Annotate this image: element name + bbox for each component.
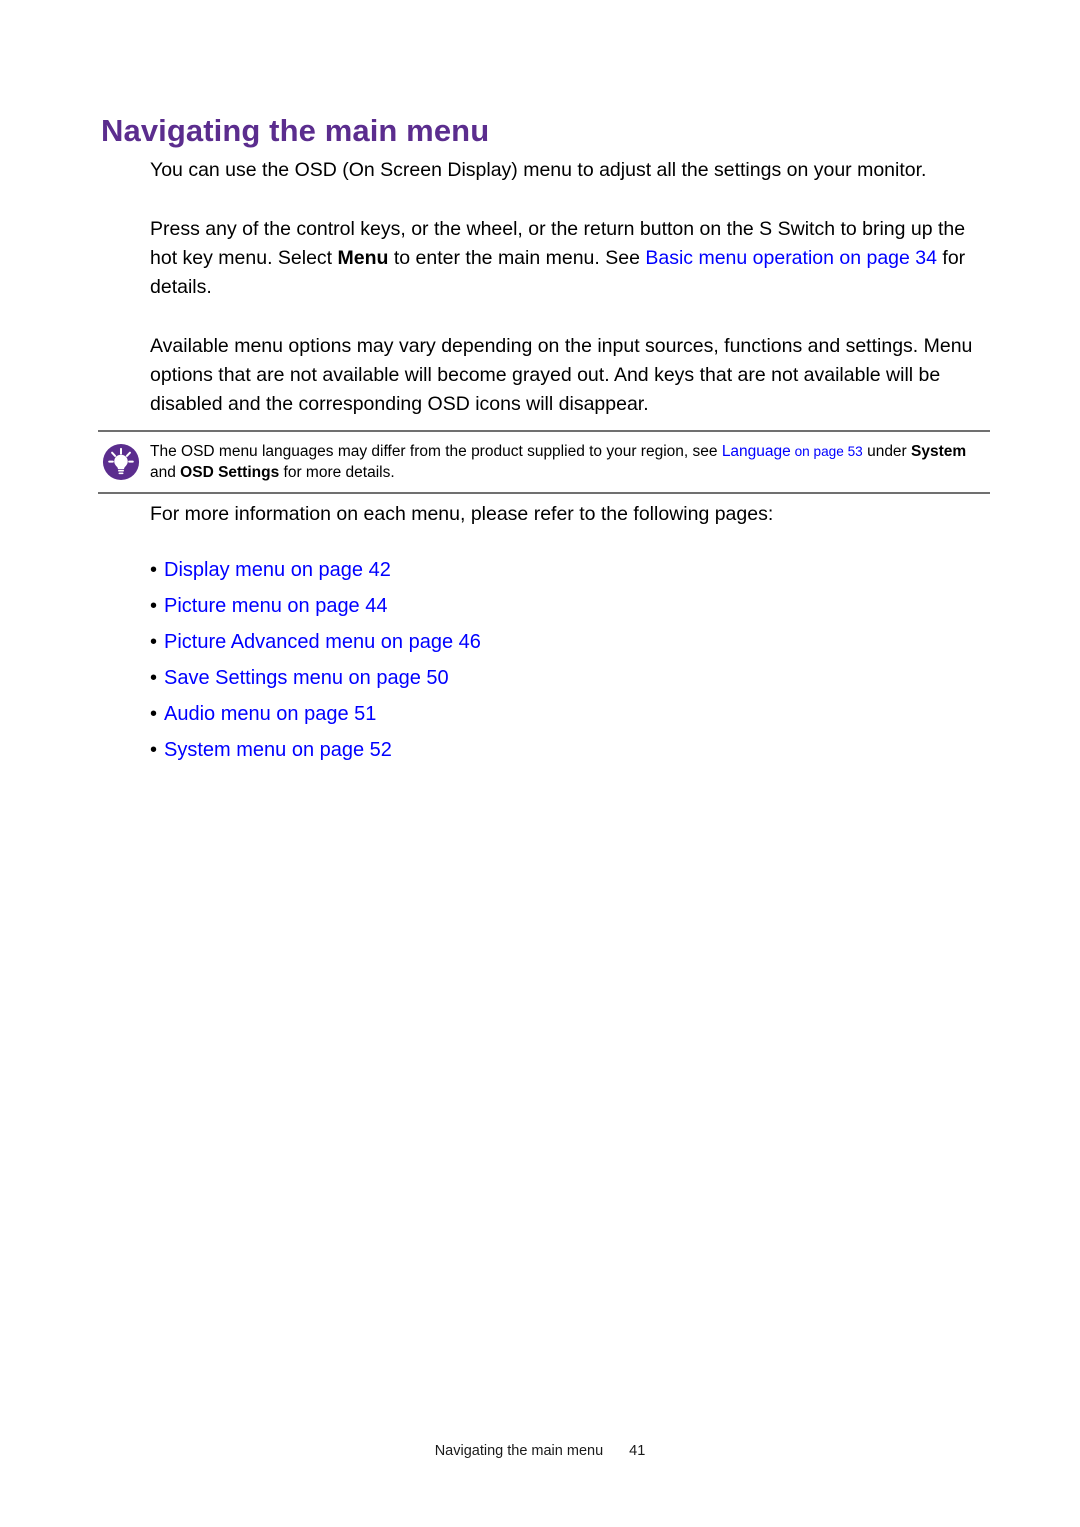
list-item: • Audio menu on page 51 — [150, 696, 481, 732]
menu-keyword: Menu — [337, 247, 389, 269]
bullet-icon: • — [150, 559, 158, 581]
bullet-icon: • — [150, 703, 158, 725]
paragraph-controls: Press any of the control keys, or the wh… — [150, 215, 990, 302]
link-save-settings-menu[interactable]: Save Settings menu on page 50 — [164, 667, 449, 689]
note-text-2: under — [862, 443, 912, 460]
page-title: Navigating the main menu — [101, 112, 490, 148]
list-item: • Picture Advanced menu on page 46 — [150, 624, 481, 660]
note-keyword-osd-settings: OSD Settings — [180, 464, 280, 481]
body-content: You can use the OSD (On Screen Display) … — [150, 156, 990, 419]
paragraph-intro: You can use the OSD (On Screen Display) … — [150, 156, 990, 185]
paragraph-availability: Available menu options may vary dependin… — [150, 332, 990, 419]
bullet-icon: • — [150, 631, 158, 653]
list-item: • System menu on page 52 — [150, 732, 481, 768]
bullet-icon: • — [150, 739, 158, 761]
link-picture-menu[interactable]: Picture menu on page 44 — [164, 595, 388, 617]
bullet-icon: • — [150, 595, 158, 617]
note-rule-bottom — [98, 492, 990, 494]
note-callout: The OSD menu languages may differ from t… — [98, 430, 990, 494]
paragraph-availability-text: Available menu options may vary dependin… — [150, 335, 973, 415]
note-text-3: and — [150, 464, 181, 481]
link-language[interactable]: Language — [722, 443, 791, 460]
note-text: The OSD menu languages may differ from t… — [150, 441, 990, 483]
page-footer: Navigating the main menu 41 — [0, 1443, 1080, 1459]
bullet-icon: • — [150, 667, 158, 689]
link-language-page[interactable]: on page 53 — [791, 444, 863, 459]
lightbulb-tip-icon — [102, 443, 140, 481]
list-item: • Picture menu on page 44 — [150, 588, 481, 624]
link-picture-advanced-menu[interactable]: Picture Advanced menu on page 46 — [164, 631, 481, 653]
note-keyword-system: System — [911, 443, 967, 460]
footer-title: Navigating the main menu — [434, 1443, 604, 1459]
menu-links-list: • Display menu on page 42 • Picture menu o… — [150, 552, 481, 768]
paragraph-controls-text-2: to enter the main menu. See — [388, 247, 646, 269]
note-text-1: The OSD menu languages may differ from t… — [150, 443, 722, 460]
link-system-menu[interactable]: System menu on page 52 — [164, 739, 392, 761]
list-item: • Save Settings menu on page 50 — [150, 660, 481, 696]
link-audio-menu[interactable]: Audio menu on page 51 — [164, 703, 376, 725]
lead-in-text: For more information on each menu, pleas… — [150, 503, 774, 525]
note-body: The OSD menu languages may differ from t… — [98, 432, 990, 492]
footer-page-number: 41 — [629, 1443, 646, 1459]
link-basic-menu-operation[interactable]: Basic menu operation on page 34 — [645, 247, 937, 269]
document-page: Navigating the main menu You can use the… — [0, 0, 1080, 1527]
paragraph-intro-text: You can use the OSD (On Screen Display) … — [150, 159, 927, 181]
note-text-4: for more details. — [279, 464, 395, 481]
list-item: • Display menu on page 42 — [150, 552, 481, 588]
link-display-menu[interactable]: Display menu on page 42 — [164, 559, 391, 581]
